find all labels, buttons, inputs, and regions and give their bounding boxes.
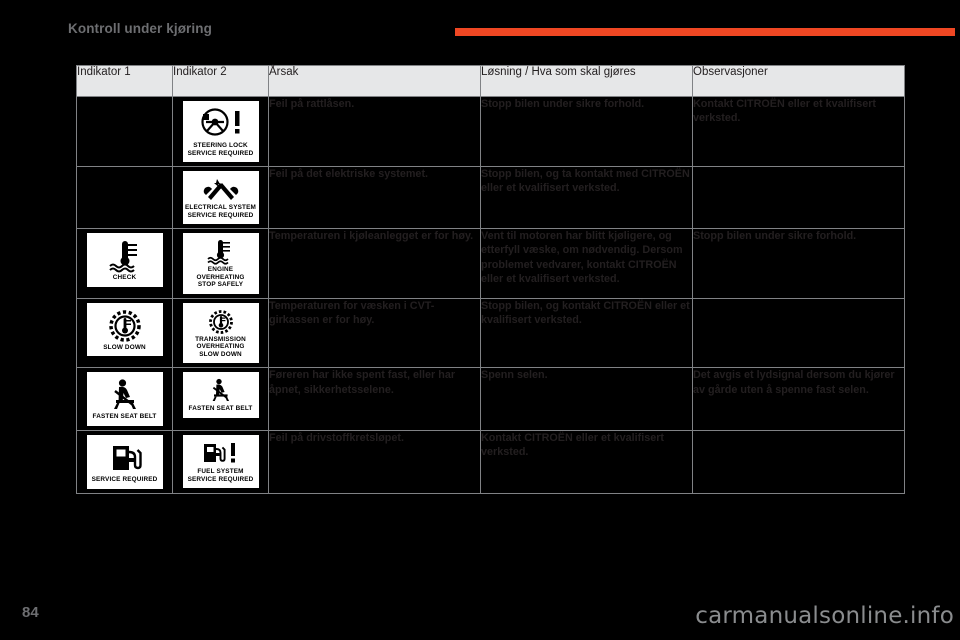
indicator-1-cell: SERVICE REQUIRED	[77, 431, 173, 494]
indicator-2-cell: STEERING LOCK SERVICE REQUIRED	[173, 97, 269, 167]
indicator-tile: FUEL SYSTEM SERVICE REQUIRED	[181, 433, 261, 490]
indicator-2-cell: ENGINE OVERHEATING STOP SAFELY	[173, 229, 269, 299]
indicator-1-cell: SLOW DOWN	[77, 298, 173, 368]
indicator-2-cell: FUEL SYSTEM SERVICE REQUIRED	[173, 431, 269, 494]
fuel-pump-icon	[89, 441, 161, 475]
indicator-2-cell: FASTEN SEAT BELT	[173, 368, 269, 431]
column-header-losning: Løsning / Hva som skal gjøres	[481, 66, 693, 97]
indicator-caption: ENGINE OVERHEATING STOP SAFELY	[185, 266, 257, 289]
table-row: ELECTRICAL SYSTEM SERVICE REQUIRED Feil …	[77, 167, 905, 229]
column-header-arsak: Årsak	[269, 66, 481, 97]
header-accent-rule	[455, 28, 955, 36]
indicator-tile: SERVICE REQUIRED	[85, 433, 165, 491]
observation-cell: Det avgis et lydsignal dersom du kjører …	[693, 368, 905, 431]
table-row: STEERING LOCK SERVICE REQUIRED Feil på r…	[77, 97, 905, 167]
table-row: SLOW DOWN	[77, 298, 905, 368]
page-number: 84	[22, 604, 39, 621]
table-body: STEERING LOCK SERVICE REQUIRED Feil på r…	[77, 97, 905, 494]
cause-cell: Føreren har ikke spent fast, eller har å…	[269, 368, 481, 431]
indicator-caption: ELECTRICAL SYSTEM SERVICE REQUIRED	[185, 204, 257, 219]
indicator-tile: TRANSMISSION OVERHEATING SLOW DOWN	[181, 301, 261, 366]
fasten-seat-belt-icon	[185, 378, 257, 404]
column-header-indicator-2: Indikator 2	[173, 66, 269, 97]
coolant-temperature-icon	[89, 239, 161, 273]
column-header-observasjoner: Observasjoner	[693, 66, 905, 97]
table-header-row: Indikator 1 Indikator 2 Årsak Løsning / …	[77, 66, 905, 97]
cause-cell: Temperaturen for væsken i CVT-girkassen …	[269, 298, 481, 368]
page-header: Kontroll under kjøring	[0, 0, 960, 52]
solution-cell: Spenn selen.	[481, 368, 693, 431]
observation-cell	[693, 431, 905, 494]
observation-cell	[693, 298, 905, 368]
indicator-caption: CHECK	[89, 274, 161, 282]
site-watermark: carmanualsonline.info	[695, 603, 954, 629]
indicator-1-cell: FASTEN SEAT BELT	[77, 368, 173, 431]
indicator-caption: SERVICE REQUIRED	[89, 476, 161, 484]
cause-cell: Feil på det elektriske systemet.	[269, 167, 481, 229]
table-row: SERVICE REQUIRED	[77, 431, 905, 494]
solution-cell: Vent til motoren har blitt kjøligere, og…	[481, 229, 693, 299]
steering-lock-icon	[185, 107, 257, 141]
indicator-1-cell: CHECK	[77, 229, 173, 299]
coolant-temperature-icon	[185, 239, 257, 265]
cause-cell: Temperaturen i kjøleanlegget er for høy.	[269, 229, 481, 299]
solution-cell: Stopp bilen, og ta kontakt med CITROËN e…	[481, 167, 693, 229]
indicator-tile: STEERING LOCK SERVICE REQUIRED	[181, 99, 261, 164]
indicator-table-container: Indikator 1 Indikator 2 Årsak Løsning / …	[76, 65, 904, 494]
indicator-table: Indikator 1 Indikator 2 Årsak Løsning / …	[76, 65, 905, 494]
indicator-1-cell	[77, 97, 173, 167]
observation-cell: Stopp bilen under sikre forhold.	[693, 229, 905, 299]
indicator-caption: FASTEN SEAT BELT	[185, 405, 257, 413]
indicator-tile: SLOW DOWN	[85, 301, 165, 359]
indicator-1-cell	[77, 167, 173, 229]
fasten-seat-belt-icon	[89, 378, 161, 412]
page-title: Kontroll under kjøring	[68, 21, 212, 36]
indicator-tile: ELECTRICAL SYSTEM SERVICE REQUIRED	[181, 169, 261, 226]
indicator-caption: FASTEN SEAT BELT	[89, 413, 161, 421]
indicator-2-cell: TRANSMISSION OVERHEATING SLOW DOWN	[173, 298, 269, 368]
transmission-overheating-icon	[89, 309, 161, 343]
indicator-caption: SLOW DOWN	[89, 344, 161, 352]
transmission-overheating-icon	[185, 309, 257, 335]
indicator-tile: FASTEN SEAT BELT	[181, 370, 261, 420]
observation-cell	[693, 167, 905, 229]
fuel-system-icon	[185, 441, 257, 467]
indicator-caption: STEERING LOCK SERVICE REQUIRED	[185, 142, 257, 157]
solution-cell: Stopp bilen, og kontakt CITROËN eller et…	[481, 298, 693, 368]
indicator-caption: TRANSMISSION OVERHEATING SLOW DOWN	[185, 336, 257, 359]
indicator-tile: CHECK	[85, 231, 165, 289]
table-row: CHECK	[77, 229, 905, 299]
solution-cell: Kontakt CITROËN eller et kvalifisert ver…	[481, 431, 693, 494]
solution-cell: Stopp bilen under sikre forhold.	[481, 97, 693, 167]
indicator-tile: ENGINE OVERHEATING STOP SAFELY	[181, 231, 261, 296]
cause-cell: Feil på drivstoffkretsløpet.	[269, 431, 481, 494]
observation-cell: Kontakt CITROËN eller et kvalifisert ver…	[693, 97, 905, 167]
electrical-system-icon	[185, 177, 257, 203]
indicator-tile: FASTEN SEAT BELT	[85, 370, 165, 428]
cause-cell: Feil på rattlåsen.	[269, 97, 481, 167]
indicator-2-cell: ELECTRICAL SYSTEM SERVICE REQUIRED	[173, 167, 269, 229]
column-header-indicator-1: Indikator 1	[77, 66, 173, 97]
indicator-caption: FUEL SYSTEM SERVICE REQUIRED	[185, 468, 257, 483]
table-row: FASTEN SEAT BELT	[77, 368, 905, 431]
